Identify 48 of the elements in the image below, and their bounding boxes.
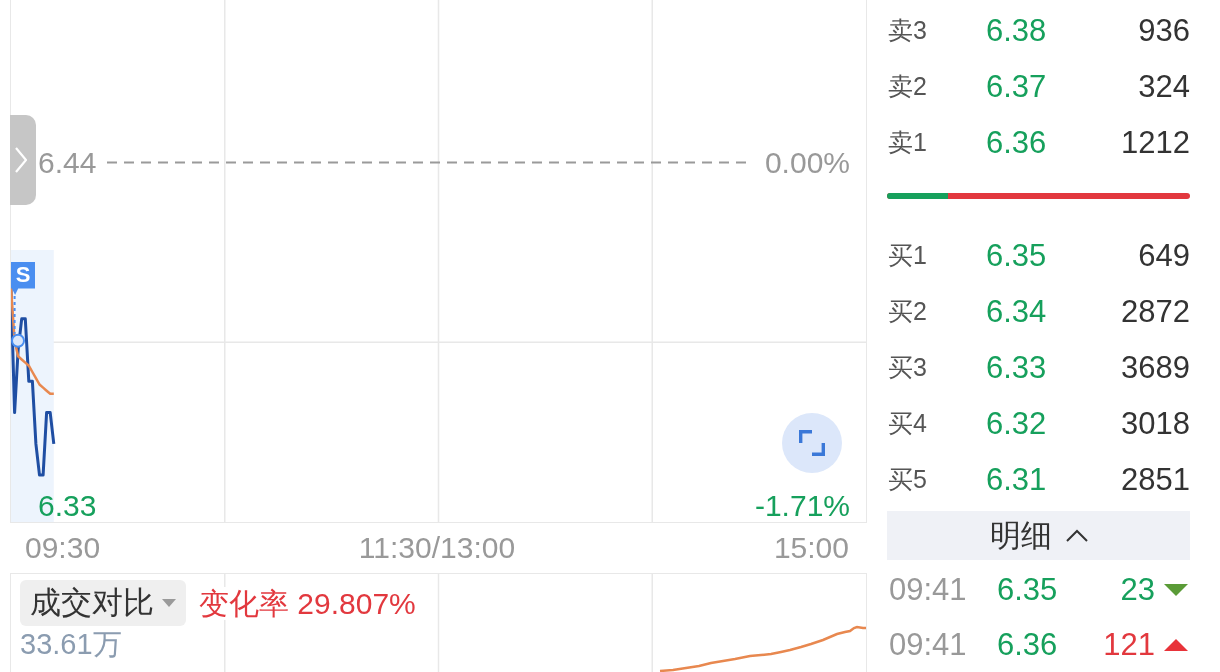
details-toggle[interactable]: 明细 — [887, 511, 1190, 561]
order-price: 6.32 — [986, 407, 1048, 439]
trade-time: 09:41 — [888, 574, 968, 606]
order-price: 6.37 — [986, 71, 1048, 103]
order-volume: 324 — [1138, 71, 1190, 103]
volume-compare-dropdown[interactable]: 成交对比 — [20, 580, 186, 626]
signal-guide-line — [13, 295, 16, 335]
trade-time: 09:41 — [888, 629, 968, 661]
order-level-label: 买4 — [887, 410, 928, 436]
order-level-label: 卖3 — [887, 18, 928, 44]
order-price: 6.31 — [986, 463, 1048, 495]
order-price: 6.33 — [986, 351, 1048, 383]
chevron-right-icon — [15, 147, 27, 173]
order-level-label: 买3 — [887, 354, 928, 380]
point-marker-icon — [11, 333, 25, 348]
side-panel-handle[interactable] — [10, 115, 36, 205]
fullscreen-button[interactable] — [782, 413, 842, 473]
order-level-label: 买1 — [887, 242, 928, 268]
order-volume: 936 — [1138, 15, 1190, 47]
order-price: 6.35 — [986, 239, 1048, 271]
order-volume: 2851 — [1121, 463, 1190, 495]
fullscreen-icon — [799, 430, 825, 456]
trade-volume: 121 — [1103, 629, 1155, 661]
trade-price: 6.36 — [997, 629, 1059, 661]
order-volume: 1212 — [1121, 127, 1190, 159]
order-price: 6.36 — [986, 127, 1048, 159]
order-level-label: 买2 — [887, 298, 928, 324]
order-volume: 2872 — [1121, 295, 1190, 327]
price-axis-label: 6.44 — [38, 147, 97, 178]
order-level-label: 买5 — [887, 466, 928, 492]
order-volume: 3018 — [1121, 407, 1190, 439]
time-axis-label: 09:30 — [25, 533, 101, 563]
order-volume: 649 — [1138, 239, 1190, 271]
price-axis-label: 6.33 — [38, 491, 97, 522]
trade-volume: 23 — [1120, 574, 1155, 606]
time-axis-label: 11:30/13:00 — [358, 533, 516, 563]
caret-down-icon — [162, 599, 176, 607]
change-rate-text: 变化率 29.807% — [199, 586, 416, 620]
order-price: 6.34 — [986, 295, 1048, 327]
trade-price: 6.35 — [997, 574, 1059, 606]
order-volume: 3689 — [1121, 351, 1190, 383]
order-level-label: 卖2 — [887, 74, 928, 100]
order-level-label: 卖1 — [887, 130, 928, 156]
time-axis-label: 15:00 — [773, 533, 849, 563]
change-axis-label: -1.71% — [754, 491, 850, 522]
max-volume-label: 33.61万 — [20, 629, 122, 661]
change-axis-label: 0.00% — [764, 147, 850, 178]
order-price: 6.38 — [986, 15, 1048, 47]
